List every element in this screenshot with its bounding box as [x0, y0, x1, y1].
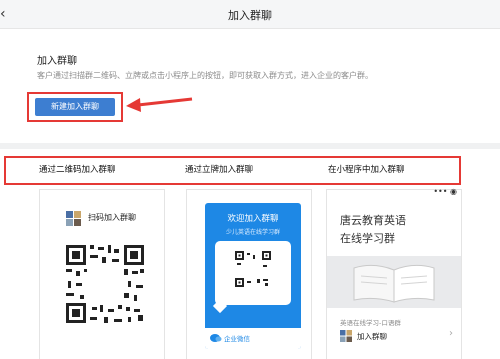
qr-bubble	[215, 241, 291, 305]
wecom-brand-text: 企业微信	[224, 335, 250, 343]
miniprogram-title-line1: 唐云教育英语	[340, 214, 406, 227]
qrcode-card[interactable]: 扫码加入群聊	[39, 189, 165, 359]
section-description: 客户通过扫描群二维码、立牌或点击小程序上的按钮，即可获取入群方式，进入企业的客户…	[37, 71, 373, 80]
more-dots-icon[interactable]: •••	[433, 187, 447, 196]
red-arrow-annotation	[126, 97, 193, 112]
intro-section: 加入群聊 客户通过扫描群二维码、立牌或点击小程序上的按钮，即可获取入群方式，进入…	[0, 29, 500, 143]
miniprogram-source: 英语在线学习-口语群	[340, 319, 401, 327]
join-group-link[interactable]: 加入群聊	[357, 331, 387, 342]
miniprogram-card[interactable]: ••• ◉ 唐云教育英语 在线学习群 英语在线学习-口语群 加入群聊 ›	[326, 187, 462, 359]
capsule-buttons[interactable]: ••• ◉	[433, 187, 457, 196]
qr-code-icon	[64, 243, 146, 325]
top-bar: ‹ 加入群聊	[0, 0, 500, 29]
standee-title: 欢迎加入群聊	[227, 214, 279, 224]
option-miniprogram-label[interactable]: 在小程序中加入群聊	[328, 163, 405, 175]
wecom-logo-icon	[210, 334, 222, 342]
book-illustration	[327, 256, 461, 308]
chevron-right-icon[interactable]: ›	[449, 328, 453, 339]
group-avatar-icon	[340, 330, 352, 342]
page-title: 加入群聊	[228, 9, 272, 22]
standee-subtitle: 少儿英语在线学习群	[225, 229, 280, 236]
qr-code-icon	[235, 251, 271, 287]
standee-footer: 企业微信	[205, 328, 301, 349]
qrcode-card-title: 扫码加入群聊	[88, 213, 136, 222]
target-circle-icon[interactable]: ◉	[450, 187, 457, 196]
option-qrcode-label[interactable]: 通过二维码加入群聊	[39, 163, 116, 175]
standee-card[interactable]: 欢迎加入群聊 少儿英语在线学习群 企业微信	[186, 189, 312, 359]
option-standee-label[interactable]: 通过立牌加入群聊	[185, 163, 253, 175]
standee-poster: 欢迎加入群聊 少儿英语在线学习群 企业微信	[205, 203, 301, 349]
miniprogram-title-line2: 在线学习群	[340, 232, 395, 245]
new-join-group-button[interactable]: 新建加入群聊	[35, 98, 115, 116]
group-avatar-icon	[66, 211, 81, 226]
section-title: 加入群聊	[37, 56, 77, 67]
